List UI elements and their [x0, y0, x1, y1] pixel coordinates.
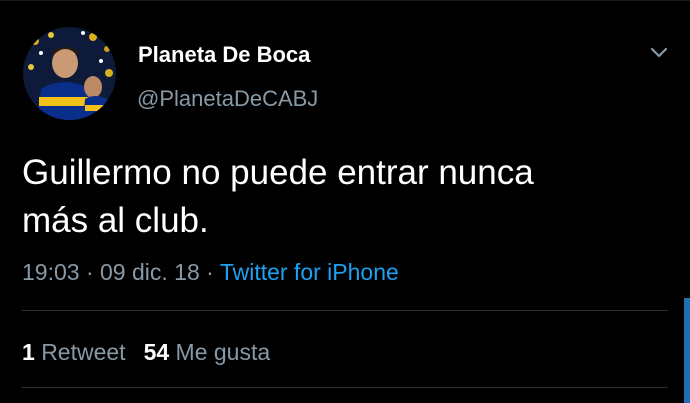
tweet-stats: 1 Retweet 54 Me gusta	[22, 338, 270, 366]
likes-count: 54	[143, 339, 170, 365]
tweet-text-line: Guillermo no puede entrar nunca	[22, 153, 534, 192]
avatar-image	[23, 27, 116, 120]
divider	[22, 387, 668, 388]
divider	[22, 310, 668, 311]
tweet-time[interactable]: 19:03	[22, 259, 80, 285]
chevron-down-icon[interactable]	[646, 43, 672, 63]
tweet-date[interactable]: 09 dic. 18	[100, 259, 200, 285]
meta-separator: ·	[85, 259, 94, 285]
likes-stat[interactable]: 54 Me gusta	[144, 339, 271, 365]
display-name[interactable]: Planeta De Boca	[138, 41, 310, 69]
user-handle[interactable]: @PlanetaDeCABJ	[137, 85, 318, 113]
scrollbar[interactable]	[684, 298, 690, 403]
likes-label: Me gusta	[175, 339, 271, 365]
tweet-text-line: más al club.	[22, 201, 209, 240]
top-divider	[0, 0, 690, 1]
tweet-text: Guillermo no puede entrar nunca más al c…	[22, 149, 662, 245]
tweet-source-link[interactable]: Twitter for iPhone	[220, 259, 399, 285]
avatar[interactable]	[23, 27, 116, 120]
retweets-stat[interactable]: 1 Retweet	[22, 339, 126, 365]
meta-separator: ·	[206, 259, 214, 285]
retweets-label: Retweet	[41, 339, 126, 365]
retweets-count: 1	[22, 339, 35, 365]
tweet-metadata: 19:03 · 09 dic. 18 · Twitter for iPhone	[22, 258, 399, 286]
